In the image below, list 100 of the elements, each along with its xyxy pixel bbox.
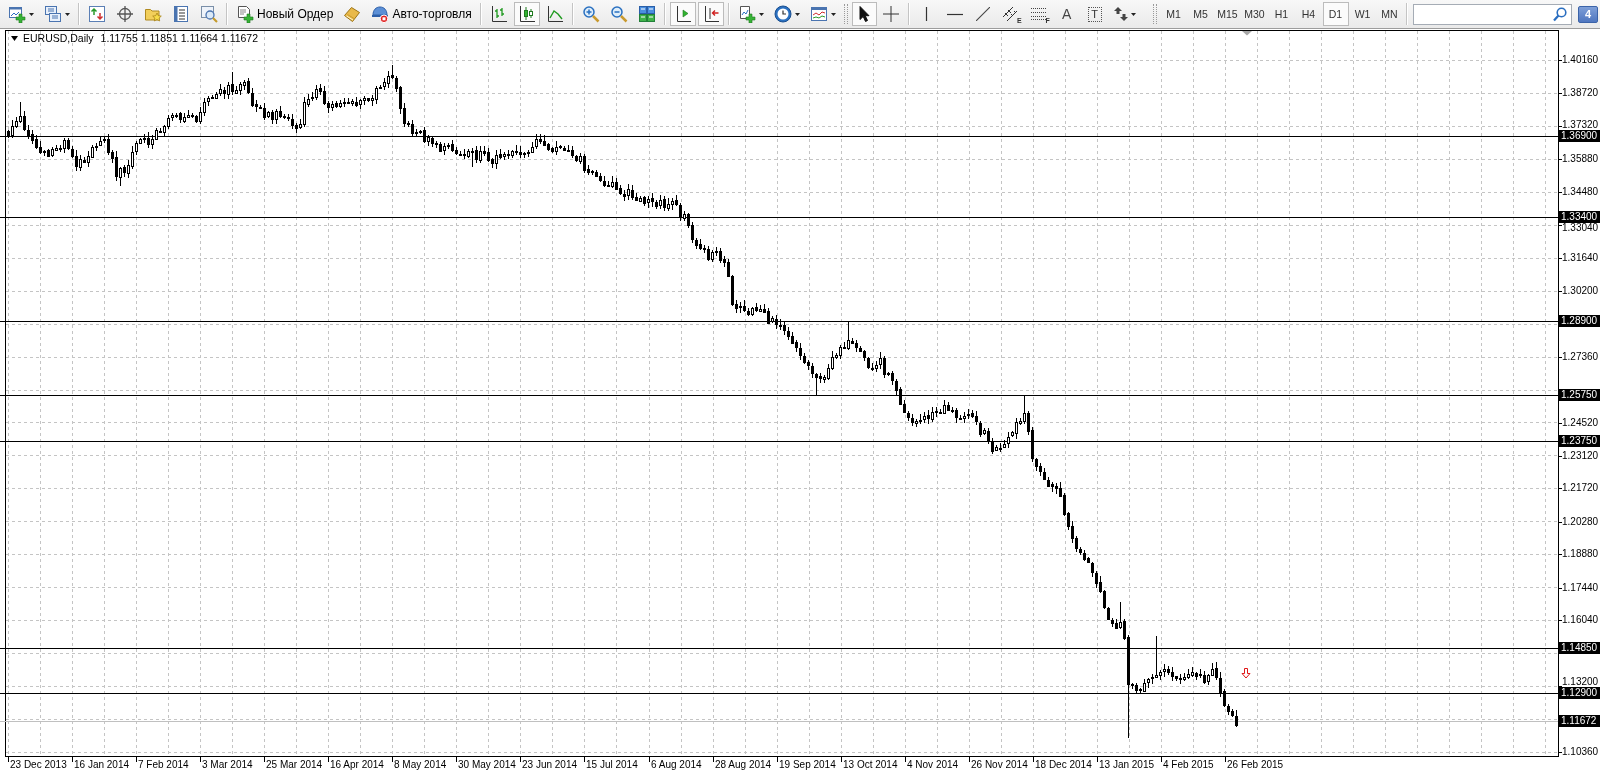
dropdown-triangle-icon[interactable] xyxy=(11,35,18,41)
dotted-levels-icon xyxy=(1031,8,1047,20)
timeframe-button[interactable]: MN xyxy=(1376,2,1403,26)
chart-plus-icon xyxy=(737,5,756,23)
date-scale-label: 26 Nov 2014 xyxy=(971,759,1028,771)
new-chart-icon xyxy=(8,5,26,23)
triangle-marker-icon[interactable] xyxy=(1242,31,1252,36)
cap-stop-icon xyxy=(371,5,390,23)
chart-symbol: EURUSD,Daily xyxy=(23,32,94,44)
bar-chart-icon xyxy=(489,5,508,23)
timeframe-button[interactable]: M1 xyxy=(1160,2,1187,26)
date-scale-label: 4 Nov 2014 xyxy=(907,759,959,771)
price-scale-label: 1.40160 xyxy=(1562,54,1599,66)
date-scale-label: 30 May 2014 xyxy=(458,759,516,771)
level-price-tag: 1.14850 xyxy=(1559,642,1600,654)
book-icon xyxy=(343,5,362,23)
date-scale-label: 23 Dec 2013 xyxy=(10,759,67,771)
price-scale-label: 1.24520 xyxy=(1562,417,1599,429)
price-scale-label: 1.18880 xyxy=(1562,548,1599,560)
price-scale-label: 1.16040 xyxy=(1562,614,1599,626)
timeframe-button[interactable]: M5 xyxy=(1187,2,1214,26)
date-scale-label: 26 Feb 2015 xyxy=(1227,759,1284,771)
horizontal-line-icon xyxy=(946,12,963,16)
date-scale-label: 4 Feb 2015 xyxy=(1163,759,1214,771)
caret-icon xyxy=(794,12,800,16)
level-price-tag: 1.12900 xyxy=(1559,687,1600,699)
ohlc-values: 1.11755 1.11851 1.11664 1.11672 xyxy=(100,32,259,44)
date-scale-label: 19 Sep 2014 xyxy=(779,759,836,771)
date-scale-label: 13 Oct 2014 xyxy=(843,759,898,771)
level-price-tag: 1.36900 xyxy=(1559,130,1600,142)
overlapping-windows-icon xyxy=(44,5,62,23)
date-scale-label: 15 Jul 2014 xyxy=(586,759,638,771)
parallel-lines-icon xyxy=(1003,7,1019,21)
date-scale-label: 25 Mar 2014 xyxy=(266,759,323,771)
level-price-tag: 1.33400 xyxy=(1559,211,1600,223)
price-scale-label: 1.10360 xyxy=(1562,746,1599,758)
price-scale-label: 1.34480 xyxy=(1562,186,1599,198)
text-tool-button[interactable]: A xyxy=(1053,2,1080,26)
price-scale-label: 1.21720 xyxy=(1562,482,1599,494)
list-window-icon xyxy=(172,5,190,23)
date-scale-label: 8 May 2014 xyxy=(394,759,447,771)
timeframe-button[interactable]: M15 xyxy=(1214,2,1241,26)
timeframe-button[interactable]: W1 xyxy=(1349,2,1376,26)
zoom-in-icon xyxy=(581,5,600,23)
price-scale-label: 1.38720 xyxy=(1562,87,1599,99)
line-chart-icon xyxy=(545,5,564,23)
caret-icon xyxy=(830,12,836,16)
chart-shift-button[interactable] xyxy=(669,2,696,26)
date-scale-label: 16 Apr 2014 xyxy=(330,759,384,771)
timeframe-button[interactable]: H1 xyxy=(1268,2,1295,26)
timeframe-button[interactable]: M30 xyxy=(1241,2,1268,26)
price-scale-label: 1.33040 xyxy=(1562,222,1599,234)
price-scale-label: 1.17440 xyxy=(1562,582,1599,594)
date-scale-label: 6 Aug 2014 xyxy=(651,759,702,771)
date-scale-label: 13 Jan 2015 xyxy=(1099,759,1155,771)
price-scale-label: 1.20280 xyxy=(1562,516,1599,528)
document-plus-icon xyxy=(236,5,254,23)
search-field[interactable] xyxy=(1413,3,1572,25)
price-scale-label: 1.27360 xyxy=(1562,351,1599,363)
new-order-button[interactable]: Новый Ордер xyxy=(232,2,338,26)
candlestick-chart-button[interactable] xyxy=(513,2,540,26)
candlestick-icon xyxy=(517,5,536,23)
search-icon[interactable] xyxy=(1553,6,1567,22)
clock-icon xyxy=(773,5,792,23)
tiled-windows-icon xyxy=(637,5,656,23)
chart-window-icon xyxy=(809,5,828,23)
diagonal-line-icon xyxy=(975,7,990,21)
price-scale-label: 1.13200 xyxy=(1562,676,1599,688)
auto-scroll-button[interactable] xyxy=(697,2,724,26)
timeframe-button[interactable]: D1 xyxy=(1322,2,1349,26)
window-magnifier-icon xyxy=(200,5,218,23)
up-down-arrows-icon xyxy=(1113,7,1128,21)
down-arrow-icon xyxy=(1241,668,1251,679)
caret-icon xyxy=(29,12,34,16)
up-down-arrows-window-icon xyxy=(88,5,106,23)
date-scale-label: 23 Jun 2014 xyxy=(522,759,578,771)
auto-trading-button[interactable]: Авто-торговля xyxy=(367,2,476,26)
price-scale-label: 1.30200 xyxy=(1562,285,1599,297)
timeframe-button[interactable]: H4 xyxy=(1295,2,1322,26)
price-scale-label: 1.31640 xyxy=(1562,252,1599,264)
date-scale-label: 28 Aug 2014 xyxy=(715,759,772,771)
caret-icon xyxy=(1130,12,1136,16)
price-scale-label: 1.23120 xyxy=(1562,450,1599,462)
level-price-tag: 1.25750 xyxy=(1559,389,1600,401)
crosshair-target-icon xyxy=(116,5,134,23)
date-scale-label: 7 Feb 2014 xyxy=(138,759,189,771)
caret-icon xyxy=(65,12,70,16)
level-price-tag: 1.28900 xyxy=(1559,315,1600,327)
zoom-out-icon xyxy=(609,5,628,23)
cursor-arrow-icon xyxy=(858,6,870,22)
text-label-button[interactable]: T xyxy=(1081,2,1108,26)
level-price-tag: 1.23750 xyxy=(1559,435,1600,447)
vertical-line-icon xyxy=(925,7,929,21)
date-scale-label: 16 Jan 2014 xyxy=(74,759,130,771)
caret-icon xyxy=(758,12,764,16)
date-scale-label: 18 Dec 2014 xyxy=(1035,759,1092,771)
date-scale-label: 3 Mar 2014 xyxy=(202,759,253,771)
crosshair-icon xyxy=(883,6,900,22)
cursor-button[interactable] xyxy=(851,2,877,26)
price-scale-label: 1.35880 xyxy=(1562,153,1599,165)
